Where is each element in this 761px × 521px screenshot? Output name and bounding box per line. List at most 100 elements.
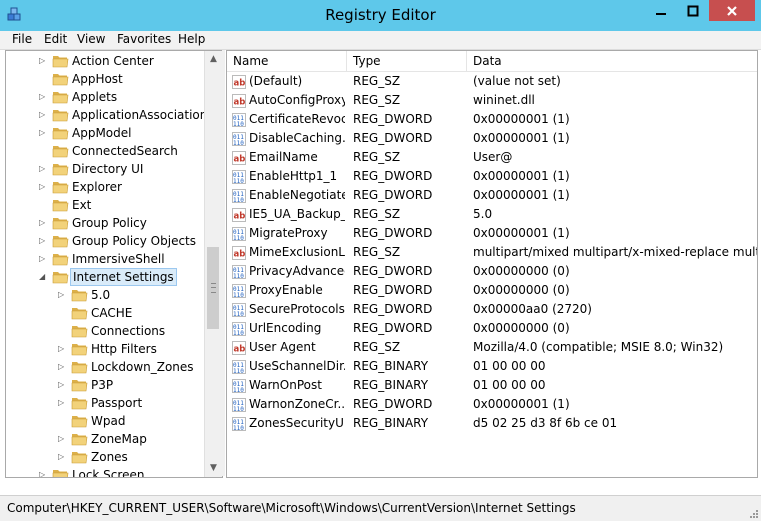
expand-arrow-icon[interactable]: ▷ [39, 88, 48, 106]
value-row[interactable]: abMimeExclusionL... REG_SZ multipart/mixed… [227, 243, 757, 262]
expand-arrow-icon[interactable]: ▷ [58, 340, 67, 358]
tree-item-label: P3P [91, 378, 114, 392]
tree-item-label: ImmersiveShell [72, 252, 165, 266]
expanded-arrow-icon[interactable]: ◢ [39, 268, 48, 286]
value-name-cell: MimeExclusionL... [249, 245, 345, 259]
value-type-cell: REG_DWORD [353, 169, 433, 183]
tree-scrollbar[interactable]: ▲ ▼ [204, 51, 222, 477]
tree-item-label: Directory UI [72, 162, 144, 176]
svg-text:ab: ab [234, 250, 246, 260]
value-row[interactable]: 011 110 WarnonZoneCr... REG_DWORD 0x00000001… [227, 395, 757, 414]
column-header-name[interactable]: Name [227, 51, 347, 71]
close-button[interactable] [709, 0, 755, 21]
value-data-cell: 01 00 00 00 [473, 378, 546, 392]
value-row[interactable]: 011 110 EnableHttp1_1 REG_DWORD 0x00000001 (… [227, 167, 757, 186]
value-row[interactable]: 011 110 ProxyEnable REG_DWORD 0x00000000 (0) [227, 281, 757, 300]
expand-arrow-icon[interactable]: ▷ [39, 214, 48, 232]
value-row[interactable]: ab AutoConfigProxy REG_SZ wininet.dll [227, 91, 757, 110]
pane-splitter[interactable] [222, 50, 225, 476]
value-row[interactable]: 011 110 DisableCaching... REG_DWORD 0x000000… [227, 129, 757, 148]
tree-item-label: AppModel [72, 126, 132, 140]
binary-value-icon: 011110 [232, 170, 246, 184]
expand-arrow-icon[interactable]: ▷ [58, 448, 67, 466]
value-row[interactable]: 011 110 ZonesSecurityU... REG_BINARY d5 02 2… [227, 414, 757, 433]
value-name-cell: ZonesSecurityU... [249, 416, 345, 430]
svg-text:ab: ab [234, 345, 246, 355]
value-row[interactable]: 011 110 UseSchannelDir... REG_BINARY 01 00 0… [227, 357, 757, 376]
binary-value-icon: 011110 [232, 417, 246, 431]
scroll-up-arrow-icon[interactable]: ▲ [205, 51, 222, 68]
expand-arrow-icon[interactable]: ▷ [58, 394, 67, 412]
expand-arrow-icon[interactable]: ▷ [39, 52, 48, 70]
value-row[interactable]: abIE5_UA_Backup_... REG_SZ 5.0 [227, 205, 757, 224]
value-data-cell: 0x00000001 (1) [473, 169, 570, 183]
value-data-cell: 0x00000001 (1) [473, 131, 570, 145]
column-header-type[interactable]: Type [347, 51, 467, 71]
value-row[interactable]: 011 110 UrlEncoding REG_DWORD 0x00000000 (0) [227, 319, 757, 338]
value-row[interactable]: 011 110 EnableNegotiate REG_DWORD 0x00000001… [227, 186, 757, 205]
value-type-cell: REG_DWORD [353, 264, 433, 278]
folder-icon [52, 92, 69, 104]
value-row[interactable]: 011 110 WarnOnPost REG_BINARY 01 00 00 00 [227, 376, 757, 395]
value-name-cell: User Agent [249, 340, 316, 354]
value-type-cell: REG_SZ [353, 93, 401, 107]
value-data-cell: 5.0 [473, 207, 493, 221]
value-row[interactable]: 011 110 MigrateProxy REG_DWORD 0x00000001 (1… [227, 224, 757, 243]
column-header-data[interactable]: Data [467, 51, 757, 71]
value-row[interactable]: 011 110 SecureProtocols REG_DWORD 0x00000aa0… [227, 300, 757, 319]
expand-arrow-icon[interactable]: ▷ [39, 106, 48, 124]
value-data-cell: 0x00000001 (1) [473, 397, 570, 411]
menu-edit[interactable]: Edit [44, 32, 67, 46]
key-tree-pane[interactable]: ▷ Action Center AppHost ▷ Applets ▷ Applicatio… [5, 50, 223, 478]
values-list-pane[interactable]: Name Type Data ab (Default) REG_SZ (value n… [226, 50, 758, 478]
expand-arrow-icon[interactable]: ▷ [58, 430, 67, 448]
expand-arrow-icon[interactable]: ▷ [39, 232, 48, 250]
value-name-cell: IE5_UA_Backup_... [249, 207, 345, 221]
binary-value-icon: 011110 [232, 379, 246, 393]
value-row[interactable]: ab (Default) REG_SZ (value not set) [227, 72, 757, 91]
expand-arrow-icon[interactable]: ▷ [58, 376, 67, 394]
tree-item-label: Group Policy [72, 216, 147, 230]
resize-grip-icon[interactable] [749, 509, 759, 519]
svg-text:ab: ab [234, 79, 246, 89]
string-value-icon: ab [232, 341, 246, 355]
menu-file[interactable]: File [12, 32, 32, 46]
value-data-cell: 01 00 00 00 [473, 359, 546, 373]
value-type-cell: REG_SZ [353, 150, 401, 164]
value-row[interactable]: ab EmailName REG_SZ User@ [227, 148, 757, 167]
menu-help[interactable]: Help [178, 32, 205, 46]
folder-icon [71, 452, 88, 464]
value-row[interactable]: 011110CertificateRevoc... REG_DWORD 0x0000… [227, 110, 757, 129]
folder-icon [52, 236, 69, 248]
value-row[interactable]: ab User Agent REG_SZ Mozilla/4.0 (compatibl… [227, 338, 757, 357]
scroll-down-arrow-icon[interactable]: ▼ [205, 460, 222, 477]
svg-text:110: 110 [233, 235, 244, 241]
scroll-thumb[interactable] [207, 247, 219, 329]
value-name-cell: EnableHttp1_1 [249, 169, 338, 183]
expand-arrow-icon[interactable]: ▷ [39, 124, 48, 142]
value-data-cell: d5 02 25 d3 8f 6b ce 01 [473, 416, 618, 430]
binary-value-icon: 011110 [232, 360, 246, 374]
value-data-cell: 0x00000001 (1) [473, 188, 570, 202]
maximize-button[interactable] [677, 0, 709, 21]
window-controls [645, 0, 755, 22]
expand-arrow-icon[interactable]: ▷ [39, 160, 48, 178]
tree-item-label: Explorer [72, 180, 122, 194]
expand-arrow-icon[interactable]: ▷ [39, 178, 48, 196]
folder-icon [71, 308, 88, 320]
expand-arrow-icon[interactable]: ▷ [58, 358, 67, 376]
value-name-cell: UseSchannelDir... [249, 359, 345, 373]
value-row[interactable]: 011 110 PrivacyAdvanced REG_DWORD 0x00000000… [227, 262, 757, 281]
folder-icon [71, 326, 88, 338]
expand-arrow-icon[interactable]: ▷ [58, 286, 67, 304]
menu-view[interactable]: View [77, 32, 105, 46]
title-bar[interactable]: Registry Editor [0, 0, 761, 31]
binary-value-icon: 011110 [232, 322, 246, 336]
minimize-icon [656, 12, 666, 15]
expand-arrow-icon[interactable]: ▷ [39, 250, 48, 268]
expand-arrow-icon[interactable]: ▷ [39, 466, 48, 477]
menu-favorites[interactable]: Favorites [117, 32, 171, 46]
minimize-button[interactable] [645, 0, 677, 21]
value-data-cell: 0x00000001 (1) [473, 112, 570, 126]
tree-item-label: CACHE [91, 306, 133, 320]
